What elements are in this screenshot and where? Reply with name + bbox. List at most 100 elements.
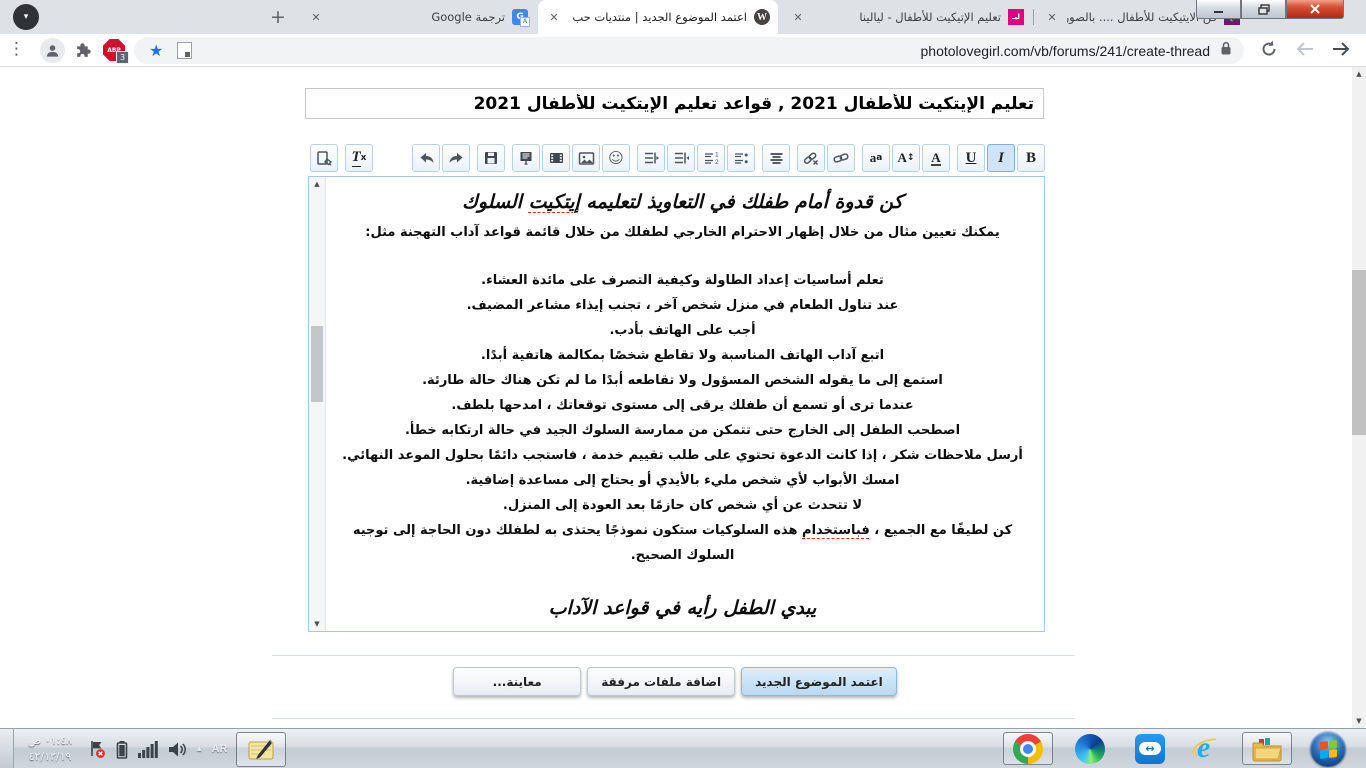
preview-button[interactable]: معاينة... — [453, 667, 581, 696]
layalina-favicon: ليـ — [1008, 9, 1024, 25]
underline-button[interactable]: U — [957, 144, 985, 172]
tab-create-thread-active[interactable]: W اعتمد الموضوع الجديد | منتديات حب البن… — [538, 0, 778, 34]
film-icon — [548, 150, 565, 166]
bookmark-star-icon[interactable]: ★ — [149, 41, 163, 60]
submit-thread-button[interactable]: اعتمد الموضوع الجديد — [741, 667, 897, 696]
pen-notes-icon — [246, 738, 276, 762]
windows-taskbar: ٠١:٤٨ ص ٤٢/١٢/١٩ ▴ AR — [0, 728, 1366, 768]
quote-button[interactable] — [512, 144, 540, 172]
taskbar-chrome-button[interactable] — [1003, 732, 1053, 765]
tab-separator — [1033, 9, 1034, 25]
page-scrollbar-thumb[interactable] — [1352, 270, 1366, 435]
text-color-button[interactable]: A — [922, 144, 950, 172]
redo-button[interactable] — [442, 144, 470, 172]
close-icon[interactable]: ✕ — [546, 9, 562, 25]
close-button[interactable] — [1286, 0, 1344, 19]
remove-format-button[interactable]: Tx — [345, 144, 373, 172]
extension-page-icon[interactable] — [177, 42, 192, 59]
browser-menu-button[interactable]: ⋮ — [8, 39, 24, 59]
font-size-button[interactable]: A↕ — [892, 144, 920, 172]
close-icon — [1309, 3, 1321, 15]
tab-google-translate[interactable]: GA ترجمة Google ✕ — [300, 0, 536, 34]
google-translate-favicon: GA — [512, 9, 528, 25]
unlink-button[interactable] — [797, 144, 825, 172]
profile-avatar[interactable] — [40, 38, 65, 63]
insert-video-button[interactable] — [542, 144, 570, 172]
taskbar-edge-button[interactable] — [1065, 732, 1115, 765]
show-desktop-button[interactable] — [0, 729, 14, 768]
tab-search-button[interactable]: ▾ — [13, 4, 39, 30]
taskbar-teamviewer-button[interactable]: ↔ — [1125, 732, 1175, 765]
italic-button-active[interactable]: I — [987, 144, 1015, 172]
ordered-list-button[interactable]: 12 — [697, 144, 725, 172]
align-button[interactable] — [762, 144, 790, 172]
restore-icon — [1258, 4, 1270, 15]
undo-button[interactable] — [412, 144, 440, 172]
clock-time: ٠١:٤٨ ص — [17, 733, 83, 749]
new-tab-button[interactable]: + — [266, 5, 290, 29]
scroll-down-arrow[interactable]: ▼ — [1352, 714, 1366, 728]
address-bar[interactable]: ★ photolovegirl.com/vb/forums/241/create… — [134, 37, 1244, 64]
taskbar-pen-notes-app[interactable] — [236, 732, 286, 767]
maximize-button[interactable] — [1241, 0, 1286, 19]
hidden-icons-chevron[interactable]: ▴ — [197, 744, 202, 754]
editor-text-line: كن لطيفًا مع الجميع ، فباستخدام هذه السل… — [331, 518, 1034, 568]
chevron-down-icon: ▾ — [24, 12, 29, 22]
browser-tab-strip: ▾ + GA ترجمة Google ✕ W اعتمد الموضوع ال… — [0, 0, 1366, 34]
thread-title-input[interactable] — [305, 88, 1044, 119]
link-button[interactable] — [827, 144, 855, 172]
lock-icon[interactable] — [1220, 41, 1232, 60]
editor-text-line: اتبع آداب الهاتف المناسبة ولا تقاطع شخصً… — [331, 343, 1034, 368]
editor-heading-line: كن قدوة أمام طفلك في التعاويذ لتعليمه إي… — [331, 185, 1034, 220]
outdent-button[interactable] — [667, 144, 695, 172]
bullet-list-button[interactable] — [727, 144, 755, 172]
forward-button — [1294, 40, 1316, 62]
insert-image-button[interactable] — [572, 144, 600, 172]
misspelled-word: فباستخدام — [802, 523, 870, 538]
close-icon[interactable]: ✕ — [790, 9, 806, 25]
language-indicator[interactable]: AR — [212, 743, 228, 755]
font-family-button[interactable]: aa — [862, 144, 890, 172]
toggle-source-button[interactable] — [310, 144, 338, 172]
volume-speaker-icon[interactable] — [168, 741, 187, 758]
misspelled-word: إيتكيت — [529, 191, 580, 213]
arrow-right-icon — [1330, 40, 1352, 58]
tab-title: اعتمد الموضوع الجديد | منتديات حب البنات — [569, 10, 747, 24]
close-icon[interactable]: ✕ — [308, 9, 324, 25]
editor-text-line: يمكنك تعيين مثال من خلال إظهار الاحترام … — [331, 220, 1034, 245]
scroll-up-arrow[interactable]: ▲ — [1352, 67, 1366, 81]
minimize-button[interactable] — [1196, 0, 1241, 19]
taskbar-clock[interactable]: ٠١:٤٨ ص ٤٢/١٢/١٩ — [17, 733, 83, 765]
message-editor[interactable]: ▲ ▼ كن قدوة أمام طفلك في التعاويذ لتعليم… — [308, 176, 1045, 632]
attach-files-button[interactable]: اضافة ملفات مرفقة — [587, 667, 735, 696]
scroll-down-arrow[interactable]: ▼ — [309, 617, 325, 631]
taskbar-ie-button[interactable]: e — [1182, 732, 1232, 765]
page-scrollbar[interactable]: ▲ ▼ — [1352, 67, 1366, 728]
save-draft-button[interactable] — [477, 144, 505, 172]
close-icon[interactable]: ✕ — [1044, 9, 1060, 25]
start-button[interactable] — [1310, 731, 1346, 767]
editor-text-line: أرسل ملاحظات شكر ، إذا كانت الدعوة تحتوي… — [331, 443, 1034, 468]
system-tray: ▴ AR — [88, 729, 227, 768]
indent-button[interactable] — [637, 144, 665, 172]
tab-layalina[interactable]: ليـ تعليم الإتيكيت للأطفال - ليالينا ✕ — [782, 0, 1032, 34]
taskbar-explorer-button[interactable] — [1242, 732, 1292, 765]
reload-button[interactable] — [1258, 38, 1280, 64]
action-center-flag-icon[interactable] — [88, 740, 106, 759]
editor-text-line: امسك الأبواب لأي شخص مليء بالأيدي أو يحت… — [331, 468, 1034, 493]
scroll-up-arrow[interactable]: ▲ — [309, 177, 325, 191]
url-text[interactable]: photolovegirl.com/vb/forums/241/create-t… — [921, 43, 1210, 59]
extensions-puzzle-icon[interactable] — [74, 40, 93, 63]
bold-button[interactable]: B — [1017, 144, 1045, 172]
tab-title: تعليم الإتيكيت للأطفال - ليالينا — [813, 10, 1001, 24]
insert-smiley-button[interactable]: ☺ — [602, 144, 630, 172]
editor-content[interactable]: كن قدوة أمام طفلك في التعاويذ لتعليمه إي… — [331, 185, 1034, 629]
battery-icon[interactable] — [116, 740, 128, 759]
editor-scrollbar[interactable]: ▲ ▼ — [309, 177, 326, 631]
back-button[interactable] — [1330, 40, 1352, 62]
network-signal-icon[interactable] — [138, 741, 158, 758]
image-icon — [578, 151, 595, 166]
editor-toolbar: Tx ☺ — [308, 140, 1045, 176]
edge-icon — [1075, 734, 1105, 764]
editor-scrollbar-thumb[interactable] — [311, 326, 323, 402]
